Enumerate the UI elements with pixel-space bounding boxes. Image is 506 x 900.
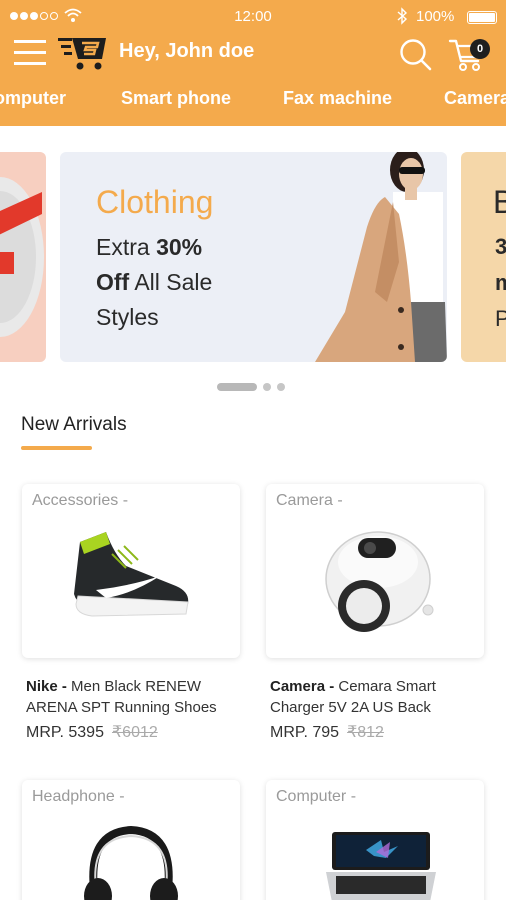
bluetooth-icon	[397, 7, 408, 25]
carousel-dot[interactable]	[277, 383, 285, 391]
section-title: New Arrivals	[21, 414, 127, 435]
banner-next[interactable]: B 3 m P	[461, 152, 506, 362]
category-smart-phone[interactable]: Smart phone	[121, 88, 231, 109]
app-header: 12:00 100% Hey, John doe 0 omputer Smart…	[0, 0, 506, 126]
category-bar: omputer Smart phone Fax machine Camera	[0, 84, 506, 114]
headphones-image	[84, 825, 178, 900]
banner-next-line-2: m	[495, 270, 506, 295]
carousel-indicator[interactable]	[217, 383, 285, 391]
product-category: Headphone -	[32, 788, 125, 805]
robot-camera-image	[325, 531, 434, 632]
product-old-price: ₹812	[347, 724, 384, 741]
speaker-image	[0, 177, 44, 337]
category-computer[interactable]: omputer	[0, 88, 66, 109]
laptop-image	[326, 832, 436, 900]
menu-icon[interactable]	[14, 37, 46, 69]
battery-icon	[467, 11, 497, 24]
running-shoe-image	[74, 532, 189, 617]
product-category: Camera -	[276, 492, 343, 509]
category-camera[interactable]: Camera	[444, 88, 506, 109]
section-underline	[21, 446, 92, 450]
banner-line-3: Styles	[96, 304, 159, 330]
banner-carousel[interactable]: Clothing Extra 30% Off All Sale Styles B…	[0, 152, 506, 364]
carousel-dot[interactable]	[263, 383, 271, 391]
banner-previous[interactable]	[0, 152, 46, 362]
banner-line-1: Extra 30%	[96, 234, 203, 260]
battery-percent: 100%	[416, 8, 455, 25]
product-old-price: ₹6012	[111, 724, 158, 741]
product-price: MRP. 5395 ₹6012	[26, 724, 158, 741]
banner-line-2: Off All Sale	[96, 269, 213, 295]
product-card-headphone[interactable]: Headphone -	[22, 780, 240, 900]
product-price: MRP. 795 ₹812	[270, 724, 384, 741]
banner-next-line-1: 3	[495, 234, 506, 259]
category-fax-machine[interactable]: Fax machine	[283, 88, 392, 109]
product-name: Nike - Men Black RENEW ARENA SPT Running …	[26, 678, 217, 716]
product-card-computer[interactable]: Computer -	[266, 780, 484, 900]
product-category: Computer -	[276, 788, 357, 805]
product-card-camera[interactable]: Camera -	[266, 484, 484, 658]
banner-clothing[interactable]: Clothing Extra 30% Off All Sale Styles	[60, 152, 447, 362]
carousel-dot-active[interactable]	[217, 383, 257, 391]
banner-next-title: B	[493, 184, 506, 220]
model-image	[315, 152, 447, 362]
cart-count-badge: 0	[470, 39, 490, 59]
search-icon[interactable]	[398, 37, 432, 71]
greeting-text: Hey, John doe	[119, 40, 255, 62]
product-card-nike[interactable]: Accessories -	[22, 484, 240, 658]
logo-cart-icon	[58, 38, 106, 70]
status-bar: 12:00 100%	[0, 0, 506, 32]
product-name: Camera - Cemara Smart Charger 5V 2A US Ba…	[270, 678, 436, 716]
banner-next-line-3: P	[495, 306, 506, 331]
product-category: Accessories -	[32, 492, 129, 509]
banner-title: Clothing	[96, 184, 214, 220]
